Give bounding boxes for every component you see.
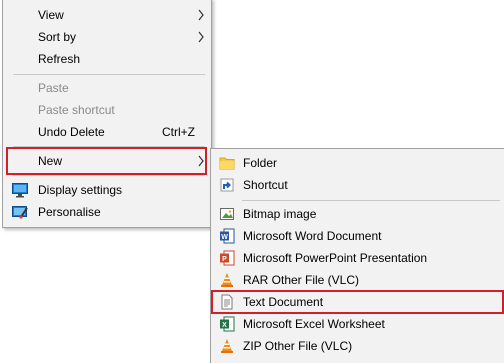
menu-item-refresh-label: Refresh bbox=[38, 52, 81, 66]
monitor-icon bbox=[12, 182, 28, 198]
submenu-item-rar-label: RAR Other File (VLC) bbox=[243, 273, 360, 287]
submenu-item-excel-label: Microsoft Excel Worksheet bbox=[243, 317, 385, 331]
menu-item-sort-by[interactable]: Sort by bbox=[3, 26, 211, 48]
menu-item-personalise-label: Personalise bbox=[38, 205, 101, 219]
menu-item-view-label: View bbox=[38, 8, 64, 22]
excel-icon: X bbox=[219, 316, 235, 332]
submenu-item-powerpoint[interactable]: P Microsoft PowerPoint Presentation bbox=[211, 247, 504, 269]
submenu-item-powerpoint-label: Microsoft PowerPoint Presentation bbox=[243, 251, 428, 265]
submenu-item-rar[interactable]: RAR Other File (VLC) bbox=[211, 269, 504, 291]
menu-item-paste-label: Paste bbox=[38, 81, 69, 95]
personalise-icon bbox=[12, 204, 28, 220]
svg-text:X: X bbox=[222, 322, 227, 329]
bitmap-icon bbox=[219, 206, 235, 222]
text-document-icon bbox=[219, 294, 235, 310]
submenu-item-shortcut-label: Shortcut bbox=[243, 178, 288, 192]
menu-item-display-settings-label: Display settings bbox=[38, 183, 123, 197]
menu-item-refresh[interactable]: Refresh bbox=[3, 48, 211, 70]
submenu-item-shortcut[interactable]: Shortcut bbox=[211, 174, 504, 196]
folder-icon bbox=[219, 155, 235, 171]
submenu-item-zip[interactable]: ZIP Other File (VLC) bbox=[211, 335, 504, 357]
submenu-item-excel[interactable]: X Microsoft Excel Worksheet bbox=[211, 313, 504, 335]
new-submenu: Folder Shortcut Bitmap image W Microsoft… bbox=[210, 148, 504, 363]
desktop-context-menu: View Sort by Refresh Paste Paste shortcu… bbox=[2, 0, 212, 228]
menu-item-paste[interactable]: Paste bbox=[3, 77, 211, 99]
menu-item-new[interactable]: New bbox=[3, 150, 211, 172]
menu-item-paste-shortcut-label: Paste shortcut bbox=[38, 103, 115, 117]
keyboard-shortcut: Ctrl+Z bbox=[162, 125, 195, 139]
menu-item-undo-delete-label: Undo Delete bbox=[38, 125, 105, 139]
menu-item-personalise[interactable]: Personalise bbox=[3, 201, 211, 223]
menu-item-undo-delete[interactable]: Undo Delete Ctrl+Z bbox=[3, 121, 211, 143]
menu-separator bbox=[13, 146, 205, 147]
menu-item-paste-shortcut[interactable]: Paste shortcut bbox=[3, 99, 211, 121]
powerpoint-icon: P bbox=[219, 250, 235, 266]
vlc-cone-icon bbox=[219, 272, 235, 288]
submenu-item-zip-label: ZIP Other File (VLC) bbox=[243, 339, 353, 353]
vlc-cone-icon bbox=[219, 338, 235, 354]
submenu-item-text-document-label: Text Document bbox=[243, 295, 324, 309]
word-icon: W bbox=[219, 228, 235, 244]
svg-text:W: W bbox=[221, 234, 228, 241]
menu-separator bbox=[13, 175, 205, 176]
menu-separator bbox=[242, 200, 500, 201]
submenu-item-word[interactable]: W Microsoft Word Document bbox=[211, 225, 504, 247]
menu-item-new-label: New bbox=[38, 154, 63, 168]
submenu-item-folder[interactable]: Folder bbox=[211, 152, 504, 174]
submenu-item-text-document[interactable]: Text Document bbox=[211, 291, 504, 313]
submenu-item-bitmap-label: Bitmap image bbox=[243, 207, 317, 221]
shortcut-icon bbox=[219, 177, 235, 193]
menu-item-view[interactable]: View bbox=[3, 4, 211, 26]
menu-item-sort-by-label: Sort by bbox=[38, 30, 77, 44]
submenu-item-word-label: Microsoft Word Document bbox=[243, 229, 382, 243]
menu-separator bbox=[13, 74, 205, 75]
menu-item-display-settings[interactable]: Display settings bbox=[3, 179, 211, 201]
svg-text:P: P bbox=[222, 256, 227, 263]
submenu-item-folder-label: Folder bbox=[243, 156, 278, 170]
submenu-item-bitmap[interactable]: Bitmap image bbox=[211, 203, 504, 225]
